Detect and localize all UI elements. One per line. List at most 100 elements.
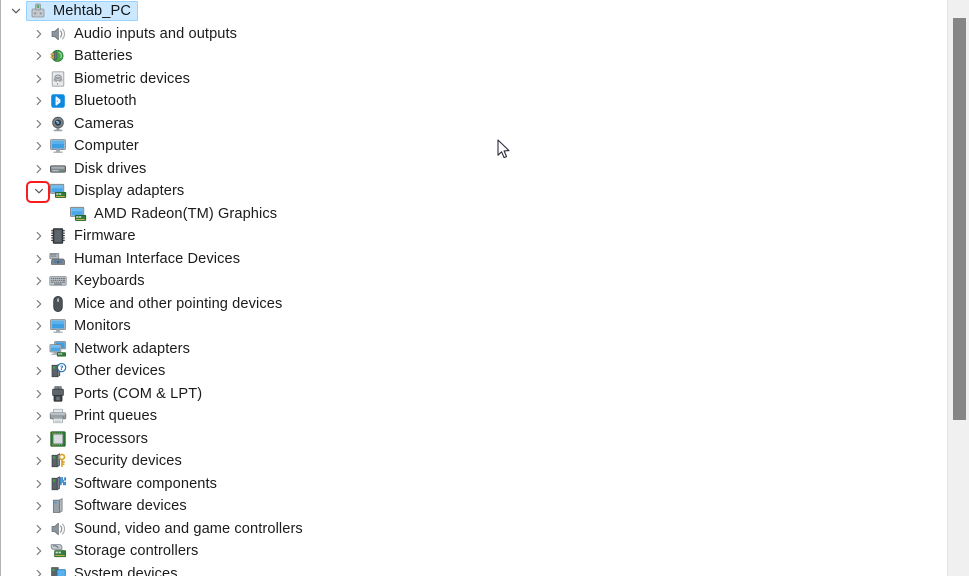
chevron-right-icon[interactable]	[31, 251, 47, 267]
chevron-right-icon[interactable]	[31, 296, 47, 312]
tree-row-human-interface-devices[interactable]: Human Interface Devices	[1, 248, 947, 271]
display-adapter-icon	[49, 182, 67, 200]
monitor-icon	[49, 317, 67, 335]
tree-item-label: Other devices	[74, 363, 166, 380]
tree-row-network-adapters[interactable]: Network adapters	[1, 338, 947, 361]
chevron-right-icon[interactable]	[31, 228, 47, 244]
monitor-icon	[49, 137, 67, 155]
device-manager-window: Mehtab_PC Audio inputs and outputs Batte…	[0, 0, 969, 576]
computer-tower-icon	[29, 2, 47, 20]
tree-item-label: Display adapters	[74, 183, 185, 200]
chevron-right-icon[interactable]	[31, 138, 47, 154]
tree-row-software-devices[interactable]: Software devices	[1, 495, 947, 518]
tree-row-print-queues[interactable]: Print queues	[1, 405, 947, 428]
tree-item-label: Security devices	[74, 453, 182, 470]
tree-row-ports-com-and-lpt[interactable]: Ports (COM & LPT)	[1, 383, 947, 406]
speaker-icon	[49, 25, 67, 43]
processor-icon	[49, 430, 67, 448]
chevron-right-icon[interactable]	[31, 161, 47, 177]
tree-row-keyboards[interactable]: Keyboards	[1, 270, 947, 293]
chevron-right-icon[interactable]	[31, 408, 47, 424]
tree-row-amd-radeon-graphics[interactable]: AMD Radeon(TM) Graphics	[1, 203, 947, 226]
chevron-right-icon[interactable]	[31, 363, 47, 379]
tree-item-label: Sound, video and game controllers	[74, 520, 303, 537]
chevron-right-icon[interactable]	[31, 431, 47, 447]
chevron-right-icon[interactable]	[31, 566, 47, 576]
chevron-right-icon[interactable]	[31, 453, 47, 469]
tree-item-label: Mice and other pointing devices	[74, 295, 283, 312]
tree-item-label: Keyboards	[74, 273, 145, 290]
chevron-right-icon[interactable]	[31, 341, 47, 357]
tree-item-label: Bluetooth	[74, 93, 137, 110]
tree-row-audio-inputs-and-outputs[interactable]: Audio inputs and outputs	[1, 23, 947, 46]
tree-item-label: AMD Radeon(TM) Graphics	[94, 205, 278, 222]
tree-row-security-devices[interactable]: Security devices	[1, 450, 947, 473]
chevron-right-icon[interactable]	[31, 498, 47, 514]
tree-row-batteries[interactable]: Batteries	[1, 45, 947, 68]
unknown-device-icon: ?	[49, 362, 67, 380]
tree-item-label: Storage controllers	[74, 543, 199, 560]
firmware-chip-icon	[49, 227, 67, 245]
tree-row-bluetooth[interactable]: Bluetooth	[1, 90, 947, 113]
tree-item-label: Monitors	[74, 318, 131, 335]
tree-item-label: Network adapters	[74, 340, 190, 357]
chevron-down-icon[interactable]	[31, 183, 47, 199]
device-tree-panel[interactable]: Mehtab_PC Audio inputs and outputs Batte…	[0, 0, 947, 576]
tree-item-label: Ports (COM & LPT)	[74, 385, 203, 402]
tree-item-label: Software devices	[74, 498, 187, 515]
software-device-icon	[49, 497, 67, 515]
tree-item-label: System devices	[74, 565, 178, 576]
tree-row-sound-video-and-game-controllers[interactable]: Sound, video and game controllers	[1, 518, 947, 541]
webcam-icon	[49, 115, 67, 133]
tree-row-software-components[interactable]: Software components	[1, 473, 947, 496]
tree-item-label: Print queues	[74, 408, 158, 425]
chevron-down-icon[interactable]	[8, 3, 24, 19]
tree-item-label: Human Interface Devices	[74, 250, 241, 267]
printer-icon	[49, 407, 67, 425]
tree-item-label: Software components	[74, 475, 218, 492]
tree-row-processors[interactable]: Processors	[1, 428, 947, 451]
tree-item-label: Audio inputs and outputs	[74, 25, 238, 42]
network-adapter-icon	[49, 340, 67, 358]
tree-row-monitors[interactable]: Monitors	[1, 315, 947, 338]
tree-row-system-devices[interactable]: System devices	[1, 563, 947, 576]
chevron-right-icon[interactable]	[31, 71, 47, 87]
root-node-chip[interactable]: Mehtab_PC	[26, 1, 138, 22]
tree-item-label: Cameras	[74, 115, 134, 132]
vertical-scrollbar[interactable]	[947, 0, 969, 576]
svg-text:?: ?	[60, 364, 64, 372]
tree-row-disk-drives[interactable]: Disk drives	[1, 158, 947, 181]
tree-row-mice-and-other-pointing-devices[interactable]: Mice and other pointing devices	[1, 293, 947, 316]
chevron-right-icon[interactable]	[31, 521, 47, 537]
tree-row-computer[interactable]: Computer	[1, 135, 947, 158]
chevron-right-icon[interactable]	[31, 318, 47, 334]
tree-item-label: Processors	[74, 430, 148, 447]
chevron-right-icon[interactable]	[31, 476, 47, 492]
tree-row-cameras[interactable]: Cameras	[1, 113, 947, 136]
chevron-right-icon[interactable]	[31, 386, 47, 402]
chevron-right-icon[interactable]	[31, 26, 47, 42]
tree-item-label: Firmware	[74, 228, 136, 245]
display-adapter-icon	[69, 205, 87, 223]
tree-row-root[interactable]: Mehtab_PC	[1, 0, 947, 23]
speaker-icon	[49, 520, 67, 538]
scrollbar-thumb[interactable]	[953, 18, 966, 420]
tree-row-storage-controllers[interactable]: Storage controllers	[1, 540, 947, 563]
tree-row-other-devices[interactable]: ? Other devices	[1, 360, 947, 383]
system-device-icon	[49, 565, 67, 576]
chevron-right-icon[interactable]	[31, 543, 47, 559]
chevron-right-icon[interactable]	[31, 116, 47, 132]
tree-row-biometric-devices[interactable]: Biometric devices	[1, 68, 947, 91]
root-node-label: Mehtab_PC	[53, 3, 131, 20]
chevron-right-icon[interactable]	[31, 93, 47, 109]
tree-row-display-adapters[interactable]: Display adapters	[1, 180, 947, 203]
tree-item-label: Computer	[74, 138, 139, 155]
chevron-right-icon[interactable]	[31, 273, 47, 289]
battery-plug-icon	[49, 47, 67, 65]
tree-item-label: Biometric devices	[74, 70, 191, 87]
chevron-right-icon[interactable]	[31, 48, 47, 64]
mouse-icon	[49, 295, 67, 313]
tree-row-firmware[interactable]: Firmware	[1, 225, 947, 248]
tree-item-label: Batteries	[74, 48, 133, 65]
hid-icon	[49, 250, 67, 268]
